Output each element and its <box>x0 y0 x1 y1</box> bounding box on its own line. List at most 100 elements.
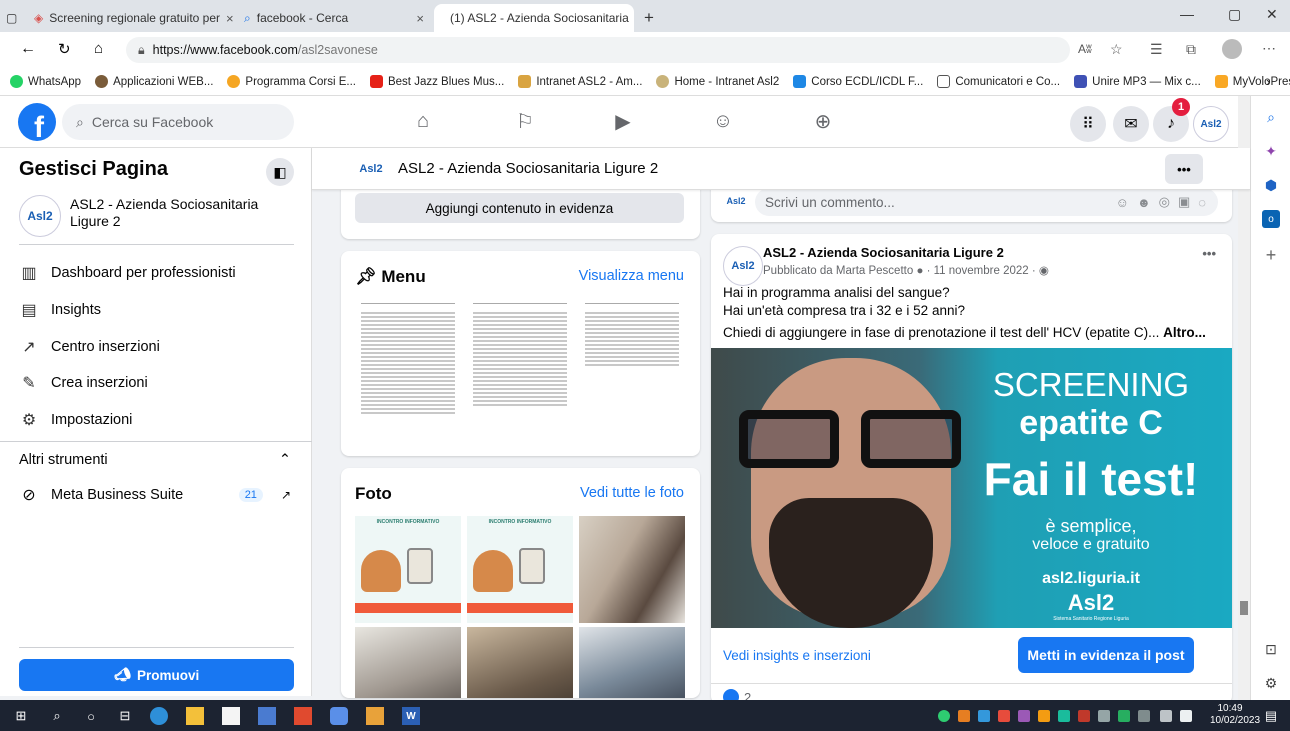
bookmark-comunicatori[interactable]: Comunicatori e Co... <box>937 75 1060 88</box>
post-image[interactable]: SCREENING epatite C Fai il test! è sempl… <box>711 348 1232 628</box>
boost-post-button[interactable]: Metti in evidenza il post <box>1018 637 1194 673</box>
gaming-icon[interactable]: ⊕ <box>810 108 836 134</box>
tray-app-icon[interactable] <box>958 710 970 722</box>
profile-avatar[interactable]: Asl2 <box>1193 106 1229 142</box>
tray-app-icon[interactable] <box>1098 710 1110 722</box>
bookmark-intranet[interactable]: Intranet ASL2 - Am... <box>518 75 642 88</box>
add-featured-button[interactable]: Aggiungi contenuto in evidenza <box>355 193 684 223</box>
menu-grid-icon[interactable]: ⠿ <box>1070 106 1106 142</box>
camera-icon[interactable]: ◎ <box>1159 194 1170 210</box>
tray-app-icon[interactable] <box>1058 710 1070 722</box>
app-icon[interactable] <box>294 707 312 725</box>
close-tab-icon[interactable]: × <box>226 11 234 26</box>
page-logo[interactable]: Asl2 <box>356 158 386 180</box>
tray-app-icon[interactable] <box>938 710 950 722</box>
sidebar-item-dashboard[interactable]: ▥ Dashboard per professionisti <box>19 263 235 283</box>
tab-facebook-search[interactable]: ⌕ facebook - Cerca × <box>234 4 434 32</box>
photo-thumbnail[interactable] <box>579 516 685 623</box>
tab-screening[interactable]: ◈ Screening regionale gratuito per × <box>24 4 234 32</box>
tray-app-icon[interactable] <box>1078 710 1090 722</box>
view-insights-link[interactable]: Vedi insights e inserzioni <box>723 648 871 663</box>
other-tools-toggle[interactable]: Altri strumenti ⌃ <box>19 452 291 468</box>
task-view-icon[interactable]: ⊟ <box>116 707 134 725</box>
gif-icon[interactable]: ▣ <box>1178 194 1190 210</box>
messenger-icon[interactable]: ✉ <box>1113 106 1149 142</box>
outlook-icon[interactable]: o <box>1262 210 1280 228</box>
facebook-search-input[interactable]: ⌕ Cerca su Facebook <box>62 104 294 140</box>
app-icon[interactable] <box>258 707 276 725</box>
page-avatar[interactable]: Asl2 <box>19 195 61 237</box>
tools-icon[interactable]: ⬢ <box>1262 176 1280 194</box>
page-title[interactable]: ASL2 - Azienda Sociosanitaria Ligure 2 <box>398 160 658 177</box>
photo-thumbnail[interactable] <box>355 627 461 698</box>
sidebar-item-insights[interactable]: ▤ Insights <box>19 300 101 320</box>
groups-icon[interactable]: ☺ <box>710 108 736 134</box>
watch-video-icon[interactable]: ▶ <box>610 108 636 134</box>
minimize-icon[interactable]: — <box>1180 6 1194 22</box>
view-menu-link[interactable]: Visualizza menu <box>579 268 684 284</box>
tab-asl2-facebook[interactable]: (1) ASL2 - Azienda Sociosanitaria × <box>434 4 634 32</box>
emoji-icon[interactable]: ☻ <box>1137 195 1151 210</box>
home-icon[interactable]: ⌂ <box>94 40 103 57</box>
post-author-avatar[interactable]: Asl2 <box>723 246 763 286</box>
profile-avatar[interactable] <box>1222 39 1242 59</box>
file-explorer-icon[interactable] <box>186 707 204 725</box>
see-more-link[interactable]: Altro... <box>1163 325 1206 340</box>
app-icon[interactable] <box>366 707 384 725</box>
photo-thumbnail[interactable] <box>467 627 573 698</box>
sidebar-panel-icon[interactable]: ◧ <box>266 158 294 186</box>
collections-icon[interactable]: ⧉ <box>1186 41 1196 58</box>
sticker-icon[interactable]: ◌ <box>1198 195 1206 210</box>
favorites-list-icon[interactable]: ☰ <box>1150 41 1163 58</box>
post-date[interactable]: 11 novembre 2022 <box>934 265 1029 277</box>
view-all-photos-link[interactable]: Vedi tutte le foto <box>580 485 684 501</box>
new-tab-button[interactable]: + <box>634 4 664 32</box>
back-icon[interactable]: ← <box>20 40 36 58</box>
menu-page-thumbnail[interactable] <box>467 296 573 436</box>
windows-start-icon[interactable]: ⊞ <box>12 707 30 725</box>
page-name[interactable]: ASL2 - Azienda Sociosanitaria Ligure 2 <box>70 196 290 230</box>
notification-center-icon[interactable]: ▤ <box>1262 707 1280 725</box>
sidebar-layout-icon[interactable]: ⊡ <box>1262 640 1280 658</box>
tray-app-icon[interactable] <box>1038 710 1050 722</box>
search-icon[interactable]: ⌕ <box>48 707 66 725</box>
more-options-button[interactable]: ••• <box>1165 154 1203 184</box>
gear-icon[interactable]: ⚙ <box>1262 674 1280 692</box>
volume-icon[interactable] <box>1180 710 1192 722</box>
post-author-name[interactable]: ASL2 - Azienda Sociosanitaria Ligure 2 <box>763 245 1004 260</box>
search-icon[interactable]: ⌕ <box>1262 108 1280 126</box>
discover-icon[interactable]: ✦ <box>1262 142 1280 160</box>
close-window-icon[interactable]: ✕ <box>1266 6 1278 23</box>
bookmark-home-intranet[interactable]: Home - Intranet Asl2 <box>656 75 779 88</box>
sidebar-item-settings[interactable]: ⚙ Impostazioni <box>19 410 133 430</box>
post-options-icon[interactable]: ••• <box>1202 246 1216 261</box>
edge-icon[interactable] <box>150 707 168 725</box>
close-tab-icon[interactable]: × <box>416 11 424 26</box>
commenter-avatar[interactable]: Asl2 <box>723 190 749 212</box>
tab-actions-icon[interactable]: ▢ <box>0 4 24 32</box>
network-icon[interactable] <box>1160 710 1172 722</box>
meta-business-suite-link[interactable]: ⊘ Meta Business Suite 21 ↗ <box>19 485 291 505</box>
photo-thumbnail[interactable]: INCONTRO INFORMATIVO <box>355 516 461 623</box>
url-field[interactable]: 🔒︎ https://www.facebook.com/asl2savonese <box>126 37 1070 63</box>
photo-thumbnail[interactable] <box>579 627 685 698</box>
comment-input[interactable]: Scrivi un commento... ☺ ☻ ◎ ▣ ◌ <box>755 188 1218 216</box>
system-clock[interactable]: 10:49 10/02/2023 <box>1210 703 1260 727</box>
scroll-thumb[interactable] <box>1240 601 1248 615</box>
add-icon[interactable]: + <box>1262 245 1280 265</box>
tray-app-icon[interactable] <box>998 710 1010 722</box>
tray-app-icon[interactable] <box>1138 710 1150 722</box>
facebook-logo[interactable]: f <box>18 103 56 141</box>
favorite-star-icon[interactable]: ☆ <box>1110 41 1123 58</box>
bookmark-myvolopress[interactable]: MyVoloPress <box>1214 75 1290 88</box>
read-aloud-icon[interactable]: Aʬ <box>1078 42 1092 56</box>
home-nav-icon[interactable]: ⌂ <box>410 108 436 134</box>
promote-button[interactable]: 📣︎ Promuovi <box>19 659 294 691</box>
bookmarks-overflow-icon[interactable]: › <box>1266 74 1270 89</box>
refresh-icon[interactable]: ↻ <box>58 40 71 58</box>
tray-app-icon[interactable] <box>1118 710 1130 722</box>
photo-thumbnail[interactable]: INCONTRO INFORMATIVO <box>467 516 573 623</box>
sidebar-item-ads-center[interactable]: ↗ Centro inserzioni <box>19 337 160 357</box>
pages-flag-icon[interactable]: ⚐ <box>512 108 538 134</box>
settings-more-icon[interactable]: ⋯ <box>1262 40 1276 57</box>
